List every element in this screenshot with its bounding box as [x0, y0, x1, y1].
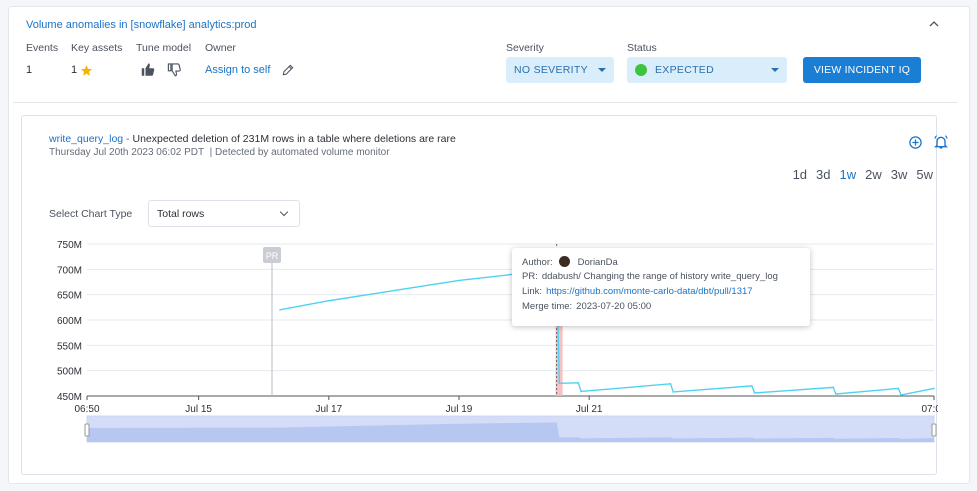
- y-tick-label: 650M: [57, 291, 82, 302]
- star-icon: [81, 65, 92, 76]
- pr-link[interactable]: https://github.com/monte-carlo-data/dbt/…: [546, 286, 752, 297]
- x-tick-label: Jul 19: [446, 404, 473, 415]
- navigator-handle-left: [84, 423, 90, 437]
- caret-down-icon: [598, 68, 606, 72]
- tune-model-label: Tune model: [136, 42, 192, 54]
- severity-value: NO SEVERITY: [514, 64, 588, 76]
- y-tick-label: 450M: [57, 392, 82, 403]
- avatar: [558, 256, 570, 267]
- chevron-up-icon[interactable]: [927, 17, 941, 31]
- x-tick-label: 07:09: [921, 404, 938, 415]
- link-label: Link:: [522, 286, 543, 297]
- status-select[interactable]: EXPECTED: [627, 57, 787, 83]
- y-tick-label: 550M: [57, 341, 82, 352]
- owner-label: Owner: [205, 42, 236, 54]
- incident-card: Volume anomalies in [snowflake] analytic…: [8, 6, 970, 484]
- author-value: DorianDa: [577, 257, 618, 268]
- data-point: [393, 289, 395, 292]
- y-tick-label: 750M: [57, 240, 82, 251]
- navigator-handle-right: [931, 423, 937, 437]
- data-point: [751, 385, 753, 387]
- data-point: [832, 386, 835, 389]
- status-label: Status: [627, 42, 657, 54]
- pr-marker-label: PR: [266, 251, 279, 261]
- y-tick-label: 500M: [57, 367, 82, 378]
- view-incident-iq-button[interactable]: VIEW INCIDENT IQ: [803, 57, 921, 83]
- data-point: [753, 392, 756, 394]
- event-panel: write_query_log - Unexpected deletion of…: [21, 115, 948, 475]
- data-point: [328, 299, 330, 302]
- pr-tooltip: Author: DorianDa PR: ddabush/ Changing the…: [512, 248, 810, 326]
- severity-select[interactable]: NO SEVERITY: [506, 57, 614, 83]
- pr-label: PR:: [522, 271, 538, 282]
- y-tick-label: 700M: [57, 265, 82, 276]
- data-point: [577, 382, 580, 384]
- data-point: [669, 383, 672, 385]
- data-point: [558, 382, 561, 385]
- data-point: [279, 309, 281, 311]
- thumbs-down-icon[interactable]: [166, 62, 182, 77]
- data-point: [580, 390, 582, 393]
- events-count: 1: [26, 64, 33, 76]
- status-dot: [635, 64, 647, 76]
- severity-label: Severity: [506, 42, 544, 54]
- events-label: Events: [26, 42, 59, 54]
- data-point: [933, 387, 935, 390]
- data-point: [897, 387, 900, 390]
- data-point: [458, 279, 460, 282]
- status-value: EXPECTED: [655, 64, 714, 76]
- data-point: [672, 391, 675, 393]
- y-tick-label: 600M: [57, 316, 82, 327]
- merge-time-value: 2023-07-20 05:00: [576, 301, 652, 312]
- x-tick-label: Jul 21: [576, 404, 603, 415]
- assign-to-self-link[interactable]: Assign to self: [205, 64, 270, 76]
- x-tick-label: 06:50: [74, 404, 99, 415]
- incident-title-link[interactable]: Volume anomalies in [snowflake] analytic…: [26, 19, 257, 31]
- thumbs-up-icon[interactable]: [140, 62, 156, 77]
- key-assets-count[interactable]: 1: [71, 64, 77, 76]
- x-tick-label: Jul 15: [185, 404, 212, 415]
- data-point: [835, 393, 837, 395]
- pr-value: ddabush/ Changing the range of history w…: [541, 271, 778, 282]
- merge-time-label: Merge time:: [522, 301, 573, 312]
- key-assets-label: Key assets: [71, 42, 123, 54]
- data-point: [900, 394, 902, 396]
- pencil-icon[interactable]: [281, 63, 295, 77]
- caret-down-icon: [771, 68, 779, 72]
- author-label: Author:: [522, 257, 553, 268]
- x-tick-label: Jul 17: [315, 404, 342, 415]
